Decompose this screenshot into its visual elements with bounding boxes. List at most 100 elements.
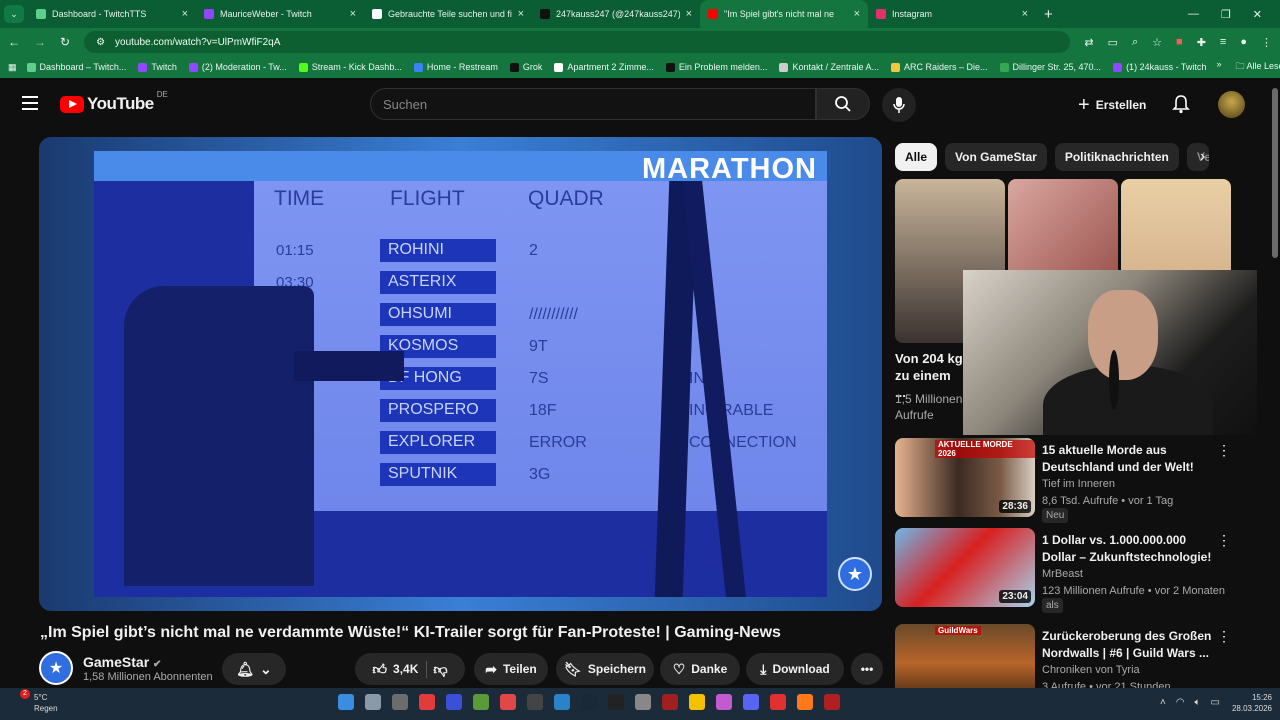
thanks-button[interactable]: ♡ Danke — [660, 653, 740, 685]
forward-icon[interactable]: → — [34, 35, 46, 49]
video-thumbnail[interactable]: AKTUELLE MORDE 2026 28:36 — [895, 438, 1035, 517]
tab-close-icon[interactable]: × — [854, 8, 860, 20]
more-actions-button[interactable]: ••• — [851, 653, 883, 685]
app-icon[interactable] — [716, 694, 732, 710]
bookmark-star-icon[interactable]: ☆ — [1152, 36, 1162, 49]
app-icon[interactable] — [419, 694, 435, 710]
reload-icon[interactable]: ↻ — [60, 35, 70, 49]
search-button[interactable] — [816, 88, 870, 120]
subscribe-bell-button[interactable]: 🔔︎ ⌄ — [222, 653, 286, 685]
chevron-right-icon[interactable]: › — [1200, 148, 1205, 166]
browser-tab[interactable]: Instagram × — [868, 0, 1036, 28]
firefox-icon[interactable] — [797, 694, 813, 710]
chip-politics[interactable]: Politiknachrichten — [1054, 143, 1179, 171]
bookmarks-more-button[interactable]: » — [1216, 59, 1221, 75]
volume-icon[interactable]: 🔈︎ — [1195, 697, 1201, 708]
video-thumbnail[interactable]: 23:04 — [895, 528, 1035, 607]
mouse-app-icon[interactable] — [392, 694, 408, 710]
minecraft-icon[interactable] — [473, 694, 489, 710]
chevron-up-icon[interactable]: ˄ — [1160, 697, 1166, 708]
bookmark-item[interactable]: Apartment 2 Zimme... — [554, 62, 654, 72]
user-avatar[interactable] — [1218, 91, 1245, 118]
download-button[interactable]: ⤓ Download — [746, 653, 844, 685]
save-button[interactable]: 🔖︎ Speichern — [556, 653, 654, 685]
restore-icon[interactable]: ❐ — [1221, 8, 1231, 21]
app-icon[interactable] — [662, 694, 678, 710]
browser-tab[interactable]: "Im Spiel gibt's nicht mal ne × — [700, 0, 868, 28]
recommended-channel[interactable]: MrBeast — [1042, 568, 1083, 580]
channel-name[interactable]: GameStar ✔ — [83, 654, 161, 670]
channel-watermark-star-icon[interactable]: ★ — [838, 557, 872, 591]
more-vertical-icon[interactable]: ⋮ — [1217, 442, 1231, 459]
wifi-icon[interactable]: ◠ — [1176, 697, 1185, 708]
zoom-icon[interactable]: ⌕ — [1132, 36, 1138, 49]
extension-icon[interactable]: ■ — [1176, 36, 1183, 49]
recommended-title[interactable]: 1 Dollar vs. 1.000.000.000 Dollar – Zuku… — [1042, 532, 1217, 566]
app-icon[interactable] — [554, 694, 570, 710]
recommended-video[interactable]: 23:04 1 Dollar vs. 1.000.000.000 Dollar … — [895, 528, 1265, 613]
share-button[interactable]: ➦ Teilen — [474, 653, 548, 685]
recommended-channel[interactable]: Tief im Inneren — [1042, 478, 1115, 490]
bookmark-item[interactable]: (1) 24kauss - Twitch — [1113, 62, 1206, 72]
obs-icon[interactable] — [527, 694, 543, 710]
recommended-channel[interactable]: Chroniken von Tyria — [1042, 664, 1140, 676]
tab-close-icon[interactable]: × — [686, 8, 692, 20]
like-button[interactable]: 👍︎ 3,4K — [372, 660, 428, 678]
recommended-title[interactable]: Zurückeroberung des Großen Nordwalls | #… — [1042, 628, 1217, 662]
tab-close-icon[interactable]: × — [1022, 8, 1028, 20]
browser-tab[interactable]: Gebrauchte Teile suchen und fi × — [364, 0, 532, 28]
more-vertical-icon[interactable]: ⋮ — [1217, 532, 1231, 549]
bookmark-item[interactable]: (2) Moderation - Tw... — [188, 62, 287, 72]
media-icon[interactable]: ≡ — [1220, 36, 1226, 49]
bookmark-item[interactable]: Kontakt / Zentrale A... — [779, 62, 879, 72]
browser-tab[interactable]: 247kauss247 (@247kauss247) | × — [532, 0, 700, 28]
apps-icon[interactable]: ▦ — [8, 62, 17, 73]
steam-icon[interactable] — [581, 694, 597, 710]
bookmark-item[interactable]: Home - Restream — [413, 62, 498, 72]
menu-hamburger-icon[interactable] — [22, 96, 38, 114]
weather-widget[interactable]: 2 5°C Regen — [14, 689, 58, 714]
tab-search-icon[interactable]: ⌄ — [4, 5, 24, 23]
video-player[interactable]: MARATHON TIME FLIGHT QUADR 01:15 ROHINI … — [39, 137, 882, 611]
epic-games-icon[interactable] — [608, 694, 624, 710]
browser-tab[interactable]: Dashboard - TwitchTTS × — [28, 0, 196, 28]
chrome-icon[interactable] — [689, 694, 705, 710]
cast-icon[interactable]: ▭ — [1108, 36, 1118, 49]
site-info-icon[interactable]: ⚙ — [96, 37, 105, 48]
minimize-icon[interactable]: — — [1188, 8, 1199, 20]
tab-close-icon[interactable]: × — [350, 8, 356, 20]
new-tab-button[interactable]: + — [1036, 6, 1061, 23]
tab-close-icon[interactable]: × — [518, 8, 524, 20]
recommended-title[interactable]: 15 aktuelle Morde aus Deutschland und de… — [1042, 442, 1217, 476]
profile-icon[interactable]: ● — [1240, 36, 1247, 49]
recommended-video[interactable]: AKTUELLE MORDE 2026 28:36 15 aktuelle Mo… — [895, 438, 1265, 523]
bookmark-item[interactable]: Twitch — [138, 62, 177, 72]
close-window-icon[interactable]: ✕ — [1253, 8, 1262, 21]
bookmark-item[interactable]: Dashboard – Twitch... — [26, 62, 126, 72]
extensions-puzzle-icon[interactable]: ✚ — [1197, 36, 1206, 49]
app-icon[interactable] — [824, 694, 840, 710]
url-field[interactable]: ⚙ youtube.com/watch?v=UlPmWfiF2qA — [84, 31, 1071, 53]
search-input[interactable]: Suchen — [370, 88, 816, 120]
bookmark-item[interactable]: ARC Raiders – Die... — [890, 62, 988, 72]
all-bookmarks-button[interactable]: 🗀 Alle Lesezeichen — [1235, 59, 1280, 75]
clock[interactable]: 15:26 28.03.2026 — [1232, 692, 1272, 714]
app-icon[interactable] — [500, 694, 516, 710]
dislike-button[interactable]: 👎︎ — [433, 661, 447, 678]
voice-search-button[interactable] — [882, 88, 916, 122]
calculator-icon[interactable] — [365, 694, 381, 710]
bookmark-item[interactable]: Ein Problem melden... — [665, 62, 767, 72]
browser-tab[interactable]: MauriceWeber - Twitch × — [196, 0, 364, 28]
back-icon[interactable]: ← — [8, 35, 20, 49]
start-windows-icon[interactable] — [338, 694, 354, 710]
youtube-logo[interactable]: YouTube DE — [60, 90, 168, 114]
bookmark-item[interactable]: Dillinger Str. 25, 470... — [999, 62, 1101, 72]
chip-from-channel[interactable]: Von GameStar — [945, 143, 1047, 171]
create-button[interactable]: + Erstellen — [1066, 90, 1158, 120]
bookmark-item[interactable]: Stream - Kick Dashb... — [298, 62, 402, 72]
page-scrollbar[interactable] — [1272, 88, 1278, 258]
notifications-bell-icon[interactable] — [1172, 94, 1190, 119]
menu-icon[interactable]: ⋮ — [1261, 36, 1272, 49]
vpn-icon[interactable] — [446, 694, 462, 710]
more-vertical-icon[interactable]: ⋮ — [1217, 628, 1231, 645]
